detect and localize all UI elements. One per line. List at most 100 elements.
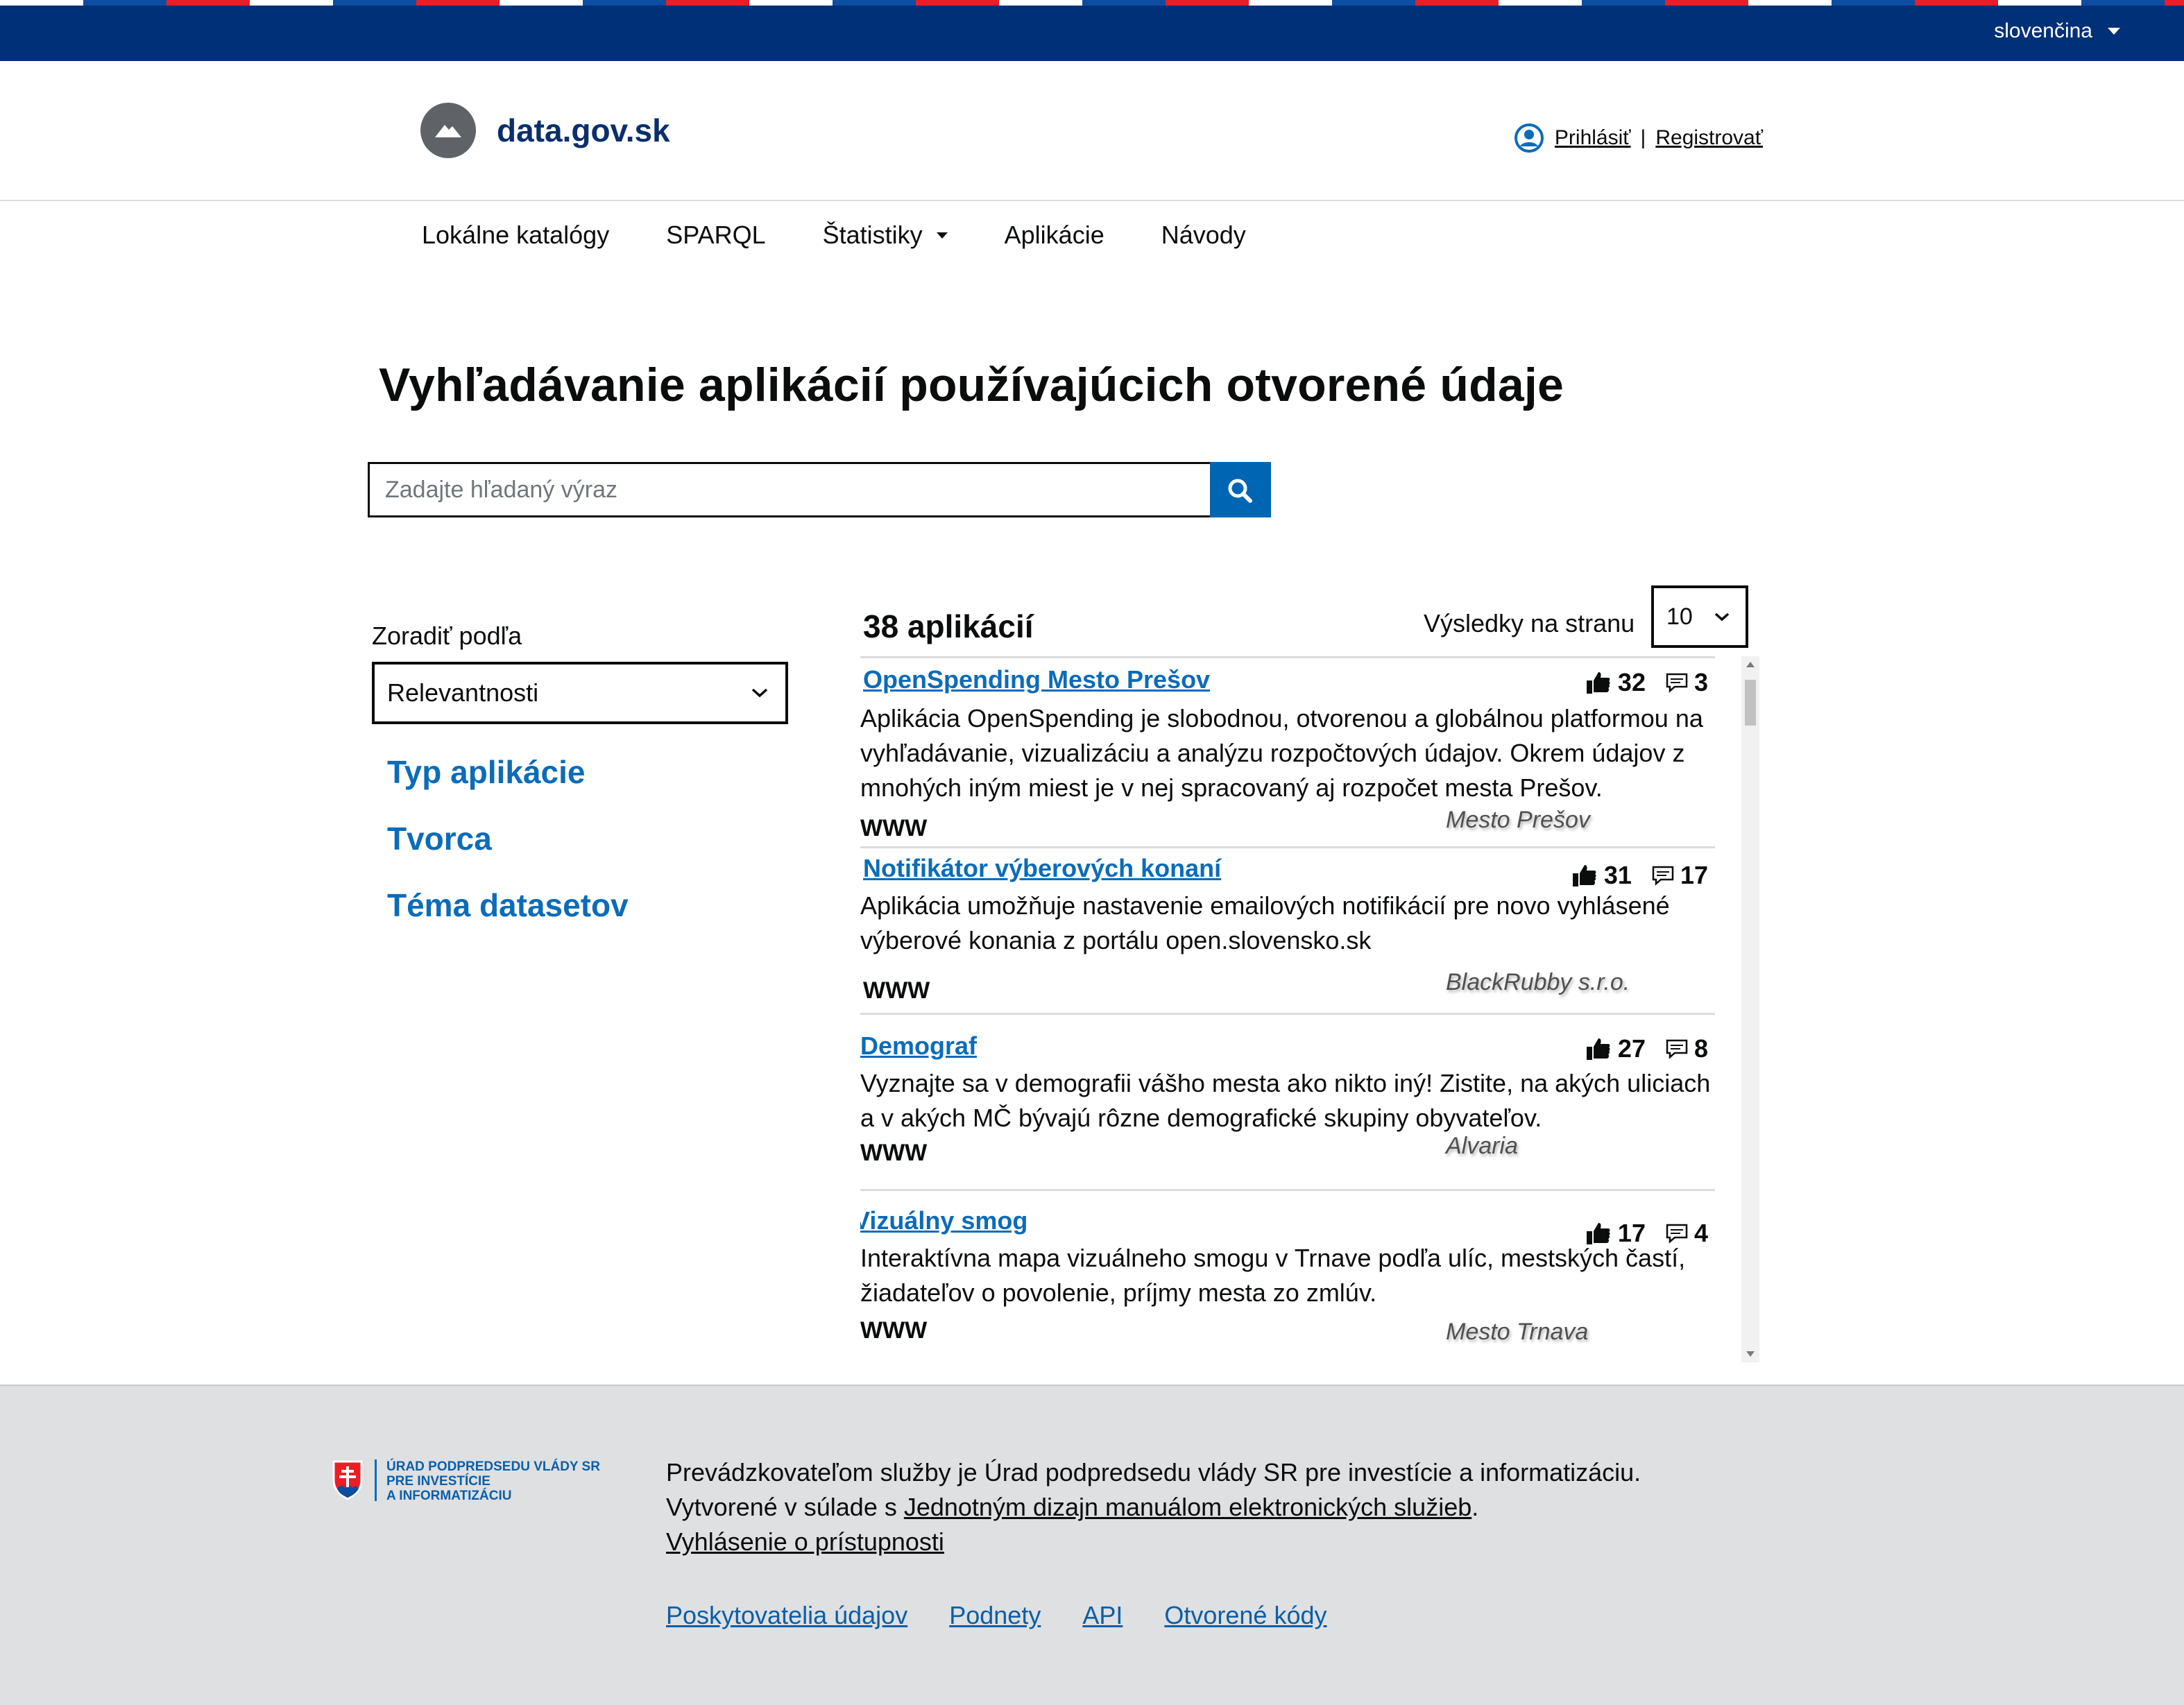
app-title-link[interactable]: Notifikátor výberových konaní: [863, 854, 1221, 883]
language-selector[interactable]: slovenčina: [1994, 19, 2120, 43]
per-page-value: 10: [1666, 603, 1693, 630]
nav-item-sparql[interactable]: SPARQL: [666, 221, 765, 250]
flag-stripe: [0, 0, 2184, 6]
search-button[interactable]: [1210, 462, 1271, 517]
filter-creator[interactable]: Tvorca: [387, 820, 629, 857]
per-page-select[interactable]: 10: [1651, 585, 1748, 648]
stripe-segment: [1415, 0, 1499, 6]
stripe-segment: [2081, 0, 2165, 6]
comments[interactable]: 3: [1665, 668, 1708, 697]
app-stats: 27 8: [1586, 1034, 1708, 1063]
app-description: Aplikácia umožňuje nastavenie emailových…: [860, 891, 1670, 954]
gov-logo-line: A INFORMATIZÁCIU: [386, 1489, 512, 1503]
comment-icon: [1652, 866, 1674, 886]
app-stats: 32 3: [1586, 668, 1708, 697]
app-description: Aplikácia OpenSpending je slobodnou, otv…: [860, 704, 1703, 802]
app-description: Vyznajte sa v demografii vášho mesta ako…: [860, 1069, 1711, 1132]
app-description: Interaktívna mapa vizuálneho smogu v Trn…: [860, 1244, 1686, 1307]
accessibility-link[interactable]: Vyhlásenie o prístupnosti: [666, 1527, 944, 1556]
language-label: slovenčina: [1994, 19, 2092, 42]
stripe-segment: [250, 0, 333, 6]
top-bar: slovenčina: [0, 6, 2184, 61]
likes[interactable]: 32: [1586, 668, 1646, 697]
stripe-segment: [1748, 0, 1832, 6]
chevron-down-icon: [751, 688, 768, 698]
stripe-segment: [416, 0, 500, 6]
app-type: WWW: [863, 977, 930, 1004]
list-item: OpenSpending Mesto Prešov 32 3 Aplikácia…: [860, 656, 1715, 846]
gov-logo-line: ÚRAD PODPREDSEDU VLÁDY SR: [386, 1459, 600, 1474]
footer-link-suggestions[interactable]: Podnety: [949, 1601, 1041, 1630]
stripe-segment: [583, 0, 666, 6]
results-scrollbar[interactable]: [1741, 656, 1759, 1362]
gov-logo-line: PRE INVESTÍCIE: [386, 1474, 490, 1489]
nav-label: Návody: [1161, 221, 1246, 249]
user-circle-icon: [1514, 123, 1544, 153]
created-prefix: Vytvorené v súlade s: [666, 1493, 904, 1521]
app-type: WWW: [860, 1317, 928, 1344]
comments[interactable]: 17: [1651, 861, 1708, 890]
app-title-link[interactable]: OpenSpending Mesto Prešov: [863, 665, 1210, 694]
stripe-segment: [500, 0, 583, 6]
filter-list: Typ aplikácie Tvorca Téma datasetov: [387, 753, 629, 924]
stripe-segment: [1332, 0, 1415, 6]
nav-item-statistics[interactable]: Štatistiky: [823, 221, 948, 250]
scroll-down-icon[interactable]: [1746, 1351, 1755, 1357]
auth-links: Prihlásiť | Registrovať: [1513, 122, 1763, 154]
auth-separator: |: [1640, 126, 1646, 149]
nav-item-applications[interactable]: Aplikácie: [1005, 221, 1104, 250]
likes[interactable]: 27: [1586, 1034, 1646, 1063]
filter-app-type[interactable]: Typ aplikácie: [387, 753, 629, 791]
list-item: Notifikátor výberových konaní 31 17 Apli…: [860, 846, 1715, 1013]
stripe-segment: [333, 0, 416, 6]
nav-item-local-catalogs[interactable]: Lokálne katalógy: [422, 221, 609, 250]
stripe-segment: [999, 0, 1082, 6]
stripe-segment: [1665, 0, 1748, 6]
app-type: WWW: [860, 815, 928, 841]
logo-divider: [375, 1459, 377, 1501]
main-nav: Lokálne katalógy SPARQL Štatistiky Aplik…: [422, 221, 1246, 250]
register-link[interactable]: Registrovať: [1655, 126, 1763, 150]
stripe-segment: [83, 0, 167, 6]
likes[interactable]: 31: [1572, 861, 1632, 890]
comments-count: 3: [1694, 668, 1708, 696]
site-footer: ÚRAD PODPREDSEDU VLÁDY SR PRE INVESTÍCIE…: [0, 1385, 2184, 1705]
design-manual-link[interactable]: Jednotným dizajn manuálom elektronických…: [904, 1493, 1471, 1521]
search-input[interactable]: [368, 462, 1210, 517]
stripe-segment: [1166, 0, 1249, 6]
results-list[interactable]: OpenSpending Mesto Prešov 32 3 Aplikácia…: [860, 656, 1759, 1362]
app-title-link[interactable]: Vizuálny smog: [860, 1206, 1027, 1235]
nav-label: Aplikácie: [1004, 221, 1104, 249]
stripe-segment: [1998, 0, 2081, 6]
list-item: Demograf 27 8 Vyznajte sa v demografii v…: [860, 1013, 1715, 1189]
stripe-segment: [167, 0, 250, 6]
stripe-segment: [2165, 0, 2184, 6]
login-link[interactable]: Prihlásiť: [1555, 126, 1631, 150]
stripe-segment: [666, 0, 749, 6]
comment-icon: [1666, 673, 1688, 693]
scroll-up-icon[interactable]: [1746, 662, 1755, 667]
scrollbar-thumb[interactable]: [1745, 680, 1756, 726]
site-header: data.gov.sk Prihlásiť | Registrovať: [0, 61, 2184, 201]
created-suffix: .: [1471, 1493, 1479, 1521]
app-title-link[interactable]: Demograf: [860, 1031, 977, 1061]
sort-select[interactable]: Relevantnosti: [372, 662, 788, 724]
logo-text: data.gov.sk: [497, 112, 670, 148]
filter-dataset-theme[interactable]: Téma datasetov: [387, 886, 629, 924]
footer-info: Prevádzkovateľom služby je Úrad podpreds…: [666, 1455, 1641, 1559]
comments[interactable]: 8: [1665, 1034, 1708, 1063]
stripe-segment: [749, 0, 833, 6]
nav-label: Štatistiky: [822, 221, 923, 249]
app-stats: 31 17: [1572, 861, 1708, 890]
page-title: Vyhľadávanie aplikácií používajúcich otv…: [379, 359, 1564, 411]
footer-links: Poskytovatelia údajov Podnety API Otvore…: [666, 1601, 1326, 1630]
nav-item-guides[interactable]: Návody: [1161, 221, 1246, 250]
footer-link-open-source[interactable]: Otvorené kódy: [1164, 1601, 1326, 1630]
stripe-segment: [833, 0, 916, 6]
nav-label: SPARQL: [666, 221, 766, 249]
stripe-segment: [0, 0, 83, 6]
footer-link-api[interactable]: API: [1082, 1601, 1123, 1630]
site-logo[interactable]: data.gov.sk: [420, 103, 670, 158]
footer-link-data-providers[interactable]: Poskytovatelia údajov: [666, 1601, 907, 1630]
app-author: Mesto Trnava: [1446, 1319, 1589, 1345]
